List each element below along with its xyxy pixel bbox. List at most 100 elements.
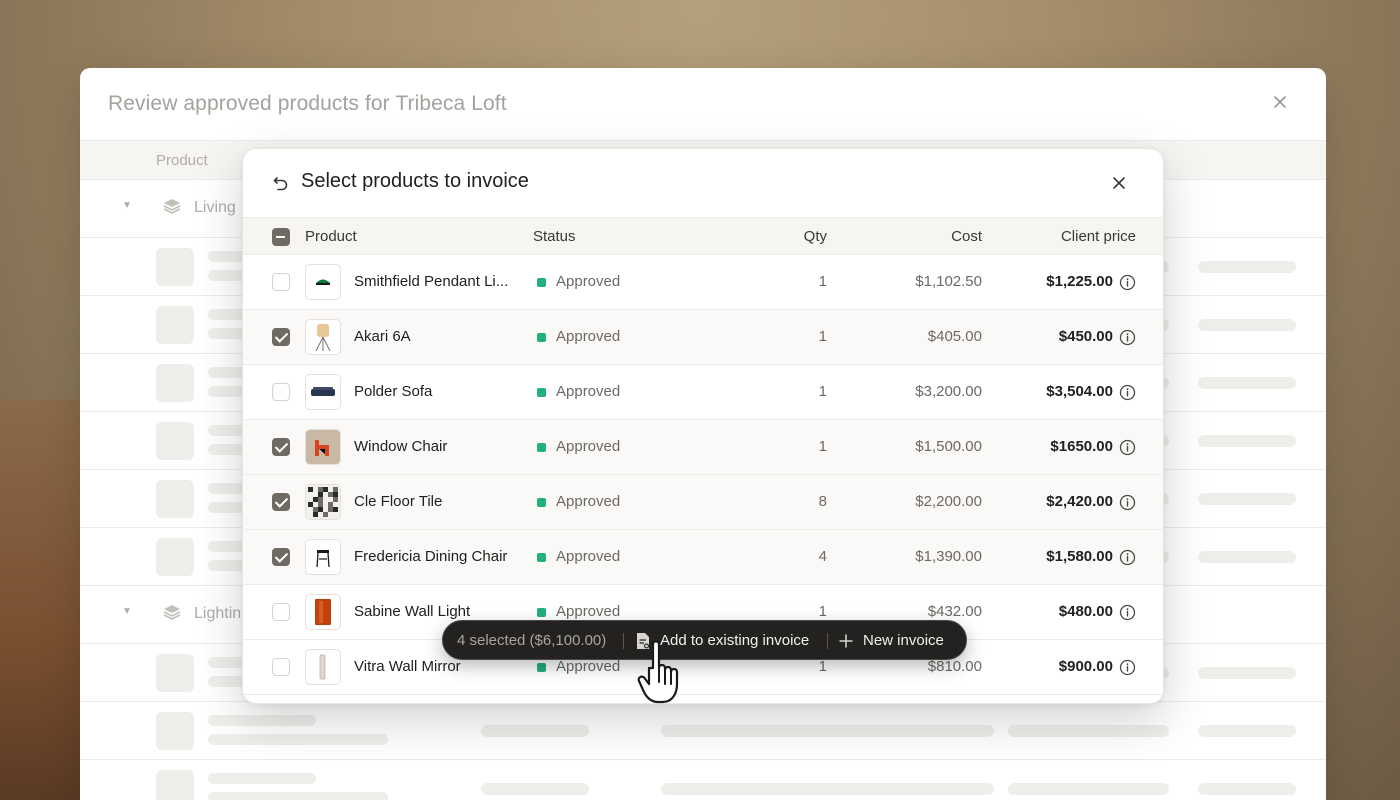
divider [827, 633, 828, 649]
selection-summary: 4 selected ($6,100.00) [457, 632, 607, 649]
skeleton-placeholder [481, 725, 589, 737]
plus-icon [838, 633, 854, 649]
info-icon[interactable] [1119, 494, 1136, 511]
qty-value: 1 [818, 383, 827, 400]
cost-value: $2,200.00 [915, 493, 982, 510]
status-label: Approved [556, 273, 621, 290]
layers-icon [162, 602, 182, 622]
divider [623, 633, 624, 649]
qty-value: 1 [818, 328, 827, 345]
product-row[interactable]: Window Chair Approved 1 $1,500.00 $1650.00 [243, 420, 1163, 475]
status-dot [537, 663, 546, 672]
row-checkbox[interactable] [272, 548, 290, 566]
skeleton-placeholder [156, 306, 194, 344]
skeleton-placeholder [156, 712, 194, 750]
column-product[interactable]: Product [305, 228, 357, 245]
product-row[interactable]: Smithfield Pendant Li... Approved 1 $1,102.… [243, 255, 1163, 310]
skeleton-placeholder [1198, 319, 1296, 331]
client-price-value: $1650.00 [1050, 438, 1113, 455]
skeleton-placeholder [1198, 435, 1296, 447]
cost-value: $1,390.00 [915, 548, 982, 565]
qty-value: 1 [818, 273, 827, 290]
status-dot [537, 278, 546, 287]
skeleton-placeholder [156, 480, 194, 518]
skeleton-placeholder [156, 422, 194, 460]
product-name: Polder Sofa [354, 383, 433, 400]
skeleton-placeholder [1198, 493, 1296, 505]
client-price-value: $2,420.00 [1046, 493, 1113, 510]
product-thumbnail [305, 594, 341, 630]
product-thumbnail [305, 429, 341, 465]
status-dot [537, 388, 546, 397]
status-dot [537, 333, 546, 342]
cost-value: $405.00 [927, 328, 982, 345]
product-row[interactable]: Fredericia Dining Chair Approved 4 $1,390.0… [243, 530, 1163, 585]
row-checkbox[interactable] [272, 383, 290, 401]
info-icon[interactable] [1119, 329, 1136, 346]
group-name: Lightin [194, 605, 242, 622]
modal-close-icon[interactable] [1109, 173, 1129, 193]
info-icon[interactable] [1119, 604, 1136, 621]
info-icon[interactable] [1119, 549, 1136, 566]
product-row[interactable]: Akari 6A Approved 1 $405.00 $450.00 [243, 310, 1163, 365]
qty-value: 4 [818, 548, 827, 565]
info-icon[interactable] [1119, 274, 1136, 291]
qty-value: 1 [818, 658, 827, 675]
skeleton-placeholder [1008, 725, 1169, 737]
select-all-checkbox[interactable] [272, 228, 290, 246]
skeleton-placeholder [1008, 783, 1169, 795]
client-price-value: $900.00 [1058, 658, 1113, 675]
skeleton-placeholder [208, 734, 388, 745]
skeleton-placeholder [156, 538, 194, 576]
qty-value: 1 [818, 438, 827, 455]
client-price-value: $3,504.00 [1046, 383, 1113, 400]
row-checkbox[interactable] [272, 438, 290, 456]
status-label: Approved [556, 548, 621, 565]
skeleton-row [80, 760, 1326, 800]
cost-value: $432.00 [927, 603, 982, 620]
skeleton-placeholder [1198, 783, 1296, 795]
cost-value: $810.00 [927, 658, 982, 675]
status-label: Approved [556, 328, 621, 345]
caret-down-icon[interactable]: ▼ [122, 606, 132, 617]
panel-close-icon[interactable] [1270, 92, 1290, 112]
skeleton-placeholder [1198, 261, 1296, 273]
skeleton-placeholder [208, 773, 316, 784]
skeleton-placeholder [156, 248, 194, 286]
product-name: Fredericia Dining Chair [354, 548, 508, 565]
column-client-price[interactable]: Client price [1061, 228, 1136, 245]
cost-value: $3,200.00 [915, 383, 982, 400]
status-label: Approved [556, 493, 621, 510]
product-thumbnail [305, 264, 341, 300]
background-decor [0, 400, 90, 800]
product-row[interactable]: Cle Floor Tile Approved 8 $2,200.00 $2,420.0… [243, 475, 1163, 530]
status-dot [537, 553, 546, 562]
row-checkbox[interactable] [272, 493, 290, 511]
status-label: Approved [556, 603, 621, 620]
info-icon[interactable] [1119, 439, 1136, 456]
status-label: Approved [556, 658, 621, 675]
info-icon[interactable] [1119, 659, 1136, 676]
info-icon[interactable] [1119, 384, 1136, 401]
column-status[interactable]: Status [533, 228, 576, 245]
column-cost[interactable]: Cost [951, 228, 982, 245]
row-checkbox[interactable] [272, 603, 290, 621]
panel-title: Review approved products for Tribeca Lof… [108, 92, 507, 115]
skeleton-placeholder [208, 715, 316, 726]
back-icon[interactable] [271, 173, 291, 193]
row-checkbox[interactable] [272, 273, 290, 291]
column-qty[interactable]: Qty [804, 228, 827, 245]
product-row[interactable]: Polder Sofa Approved 1 $3,200.00 $3,504.00 [243, 365, 1163, 420]
status-dot [537, 608, 546, 617]
row-checkbox[interactable] [272, 658, 290, 676]
skeleton-placeholder [661, 783, 994, 795]
status-label: Approved [556, 383, 621, 400]
product-thumbnail [305, 649, 341, 685]
table-header: Product Status Qty Cost Client price [243, 217, 1163, 255]
new-invoice-button[interactable]: New invoice [863, 632, 944, 649]
skeleton-placeholder [1198, 377, 1296, 389]
row-checkbox[interactable] [272, 328, 290, 346]
status-label: Approved [556, 438, 621, 455]
skeleton-row [80, 702, 1326, 760]
caret-down-icon[interactable]: ▼ [122, 200, 132, 211]
